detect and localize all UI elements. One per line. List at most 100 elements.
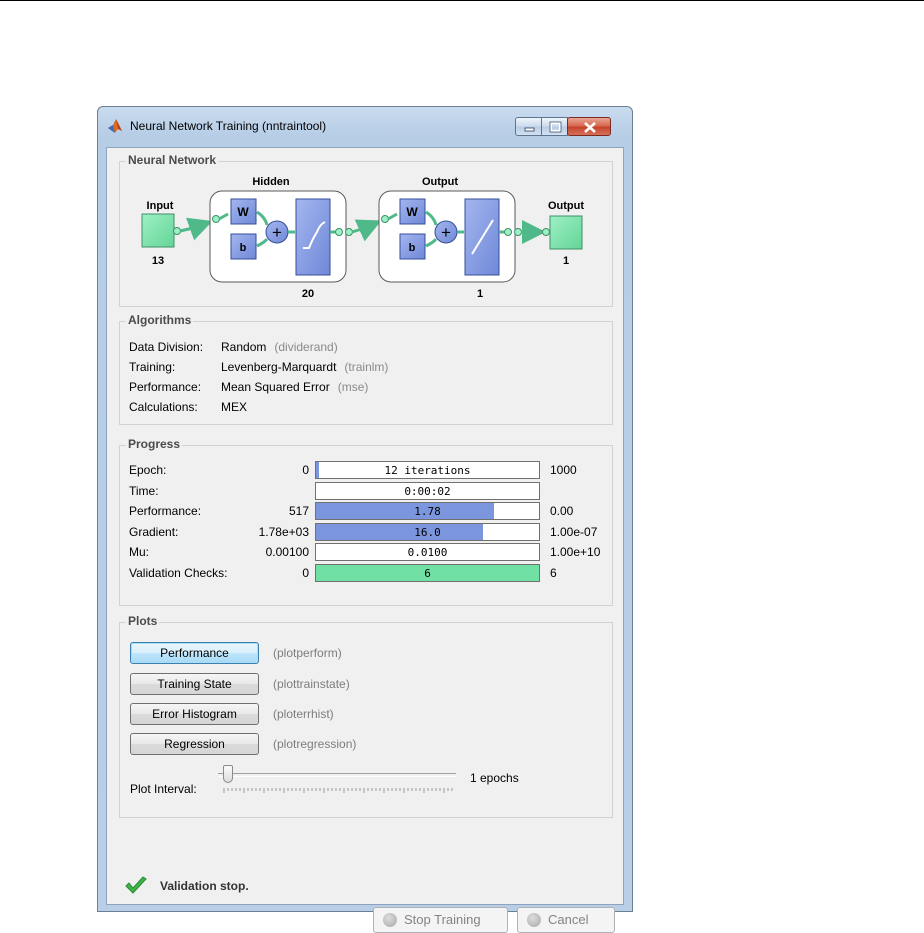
hidden-output-connector [335, 228, 343, 236]
progress-bar: 12 iterations [315, 461, 540, 479]
maximize-icon [549, 121, 562, 133]
progress-label: Validation Checks: [129, 565, 228, 580]
output-layer-label: Output [422, 176, 458, 188]
error-histogram-plot-button[interactable]: Error Histogram [130, 703, 259, 725]
plots-panel-title: Plots [126, 614, 160, 628]
status-message: Validation stop. [160, 879, 249, 893]
window-client-area: Neural Network Input 13 Hidden W b + 20 … [106, 147, 624, 933]
plot-function-name: (plotregression) [273, 737, 357, 751]
algorithm-label: Data Division: [129, 340, 204, 354]
cancel-button[interactable]: Cancel [517, 907, 615, 933]
algorithms-panel: Algorithms Data Division: Random (divider… [119, 313, 613, 425]
plot-function-name: (plotperform) [273, 646, 342, 660]
maximize-button[interactable] [541, 117, 568, 136]
stop-icon [383, 913, 397, 927]
progress-end-value: 1.00e-07 [550, 524, 598, 539]
input-node [141, 213, 175, 248]
progress-start-value: 0 [302, 463, 309, 477]
progress-label: Time: [129, 483, 159, 498]
cancel-icon [527, 913, 541, 927]
progress-bar: 0.0100 [315, 543, 540, 561]
algorithm-label: Performance: [129, 380, 202, 394]
progress-bar: 16.0 [315, 522, 540, 541]
progress-label: Performance: [129, 504, 202, 518]
network-diagram: Input 13 Hidden W b + 20 Output W b + 1 … [141, 176, 584, 300]
plot-function-name: (ploterrhist) [273, 707, 334, 721]
plot-interval-slider-thumb[interactable] [223, 765, 233, 783]
title-bar[interactable]: Neural Network Training (nntraintool) [98, 107, 632, 147]
progress-row-gradient: Gradient: 1.78e+03 16.0 1.00e-07 [120, 522, 614, 542]
plot-interval-label: Plot Interval: [130, 782, 197, 796]
output-input-connector [381, 215, 389, 223]
plot-interval-slider-ticks [223, 788, 453, 793]
output-size: 1 [563, 255, 569, 267]
hidden-sum-symbol: + [272, 223, 282, 242]
neural-network-panel: Neural Network Input 13 Hidden W b + 20 … [119, 153, 613, 307]
regression-plot-button[interactable]: Regression [130, 733, 259, 755]
output-layer-connector [504, 228, 512, 236]
algorithms-panel-title: Algorithms [126, 313, 194, 327]
hidden-bias-label: b [240, 242, 247, 254]
hidden-layer-label: Hidden [252, 176, 290, 188]
input-label: Input [147, 200, 174, 212]
progress-current-value: 0:00:02 [404, 484, 451, 498]
progress-current-value: 12 iterations [384, 464, 471, 477]
hidden-to-output-arrow [351, 219, 382, 242]
plot-function-name: (plottrainstate) [273, 677, 350, 691]
progress-end-value: 6 [550, 565, 557, 580]
hidden-weight-label: W [237, 205, 249, 219]
progress-start-value: 517 [288, 504, 309, 518]
window-title: Neural Network Training (nntraintool) [130, 119, 327, 133]
progress-panel: Progress Epoch: 0 12 iterations 1000 Time: 0:… [119, 437, 614, 606]
hidden-layer-size: 20 [302, 288, 314, 300]
performance-plot-button[interactable]: Performance [130, 642, 259, 664]
input-size: 13 [152, 255, 164, 267]
progress-panel-title: Progress [126, 437, 183, 451]
progress-bar: 1.78 [315, 502, 540, 520]
minimize-icon [524, 127, 535, 132]
checkmark-icon [125, 876, 147, 894]
plot-interval-slider-track[interactable] [218, 773, 456, 777]
plots-panel: Plots Performance (plotperform) Training… [119, 614, 613, 818]
close-button[interactable] [567, 117, 611, 136]
progress-end-value: 0.00 [550, 504, 574, 518]
progress-row-validation-checks: Validation Checks: 0 6 6 [120, 563, 614, 583]
algorithm-label: Training: [129, 360, 176, 374]
algorithm-label: Calculations: [129, 400, 198, 414]
between-connector [345, 228, 353, 236]
output-node [549, 215, 583, 250]
algorithm-value: Random (dividerand) [221, 340, 338, 354]
progress-current-value: 0.0100 [407, 546, 448, 559]
progress-start-value: 1.78e+03 [258, 524, 309, 539]
input-to-hidden-arrow [179, 217, 213, 241]
progress-label: Mu: [129, 545, 150, 559]
close-icon [584, 122, 596, 133]
progress-end-value: 1.00e+10 [550, 545, 601, 559]
progress-bar: 6 [315, 563, 540, 582]
top-border-line [0, 0, 924, 1]
minimize-button[interactable] [515, 117, 542, 136]
output-weight-label: W [406, 205, 418, 219]
progress-start-value: 0 [302, 565, 309, 580]
output-node-connector [542, 228, 550, 236]
plot-interval-value: 1 epochs [470, 771, 519, 785]
progress-row-performance: Performance: 517 1.78 0.00 [120, 501, 614, 521]
algorithm-value: MEX [221, 400, 248, 414]
progress-label: Gradient: [129, 524, 179, 539]
nntraintool-window: Neural Network Training (nntraintool) Ne… [97, 106, 633, 933]
progress-label: Epoch: [129, 463, 167, 477]
output-bias-label: b [409, 242, 416, 254]
output-sum-symbol: + [441, 223, 451, 242]
progress-current-value: 6 [424, 566, 431, 580]
algorithm-value: Levenberg-Marquardt (trainlm) [221, 360, 389, 374]
output-layer-size: 1 [477, 288, 483, 300]
progress-row-mu: Mu: 0.00100 0.0100 1.00e+10 [120, 542, 614, 562]
matlab-logo-icon [108, 119, 122, 133]
progress-end-value: 1000 [550, 463, 577, 477]
progress-current-value: 16.0 [414, 525, 441, 539]
stop-training-button[interactable]: Stop Training [373, 907, 508, 933]
training-state-plot-button[interactable]: Training State [130, 673, 259, 695]
hidden-input-connector [212, 215, 220, 223]
input-connector [173, 227, 181, 235]
final-connector [514, 228, 522, 236]
